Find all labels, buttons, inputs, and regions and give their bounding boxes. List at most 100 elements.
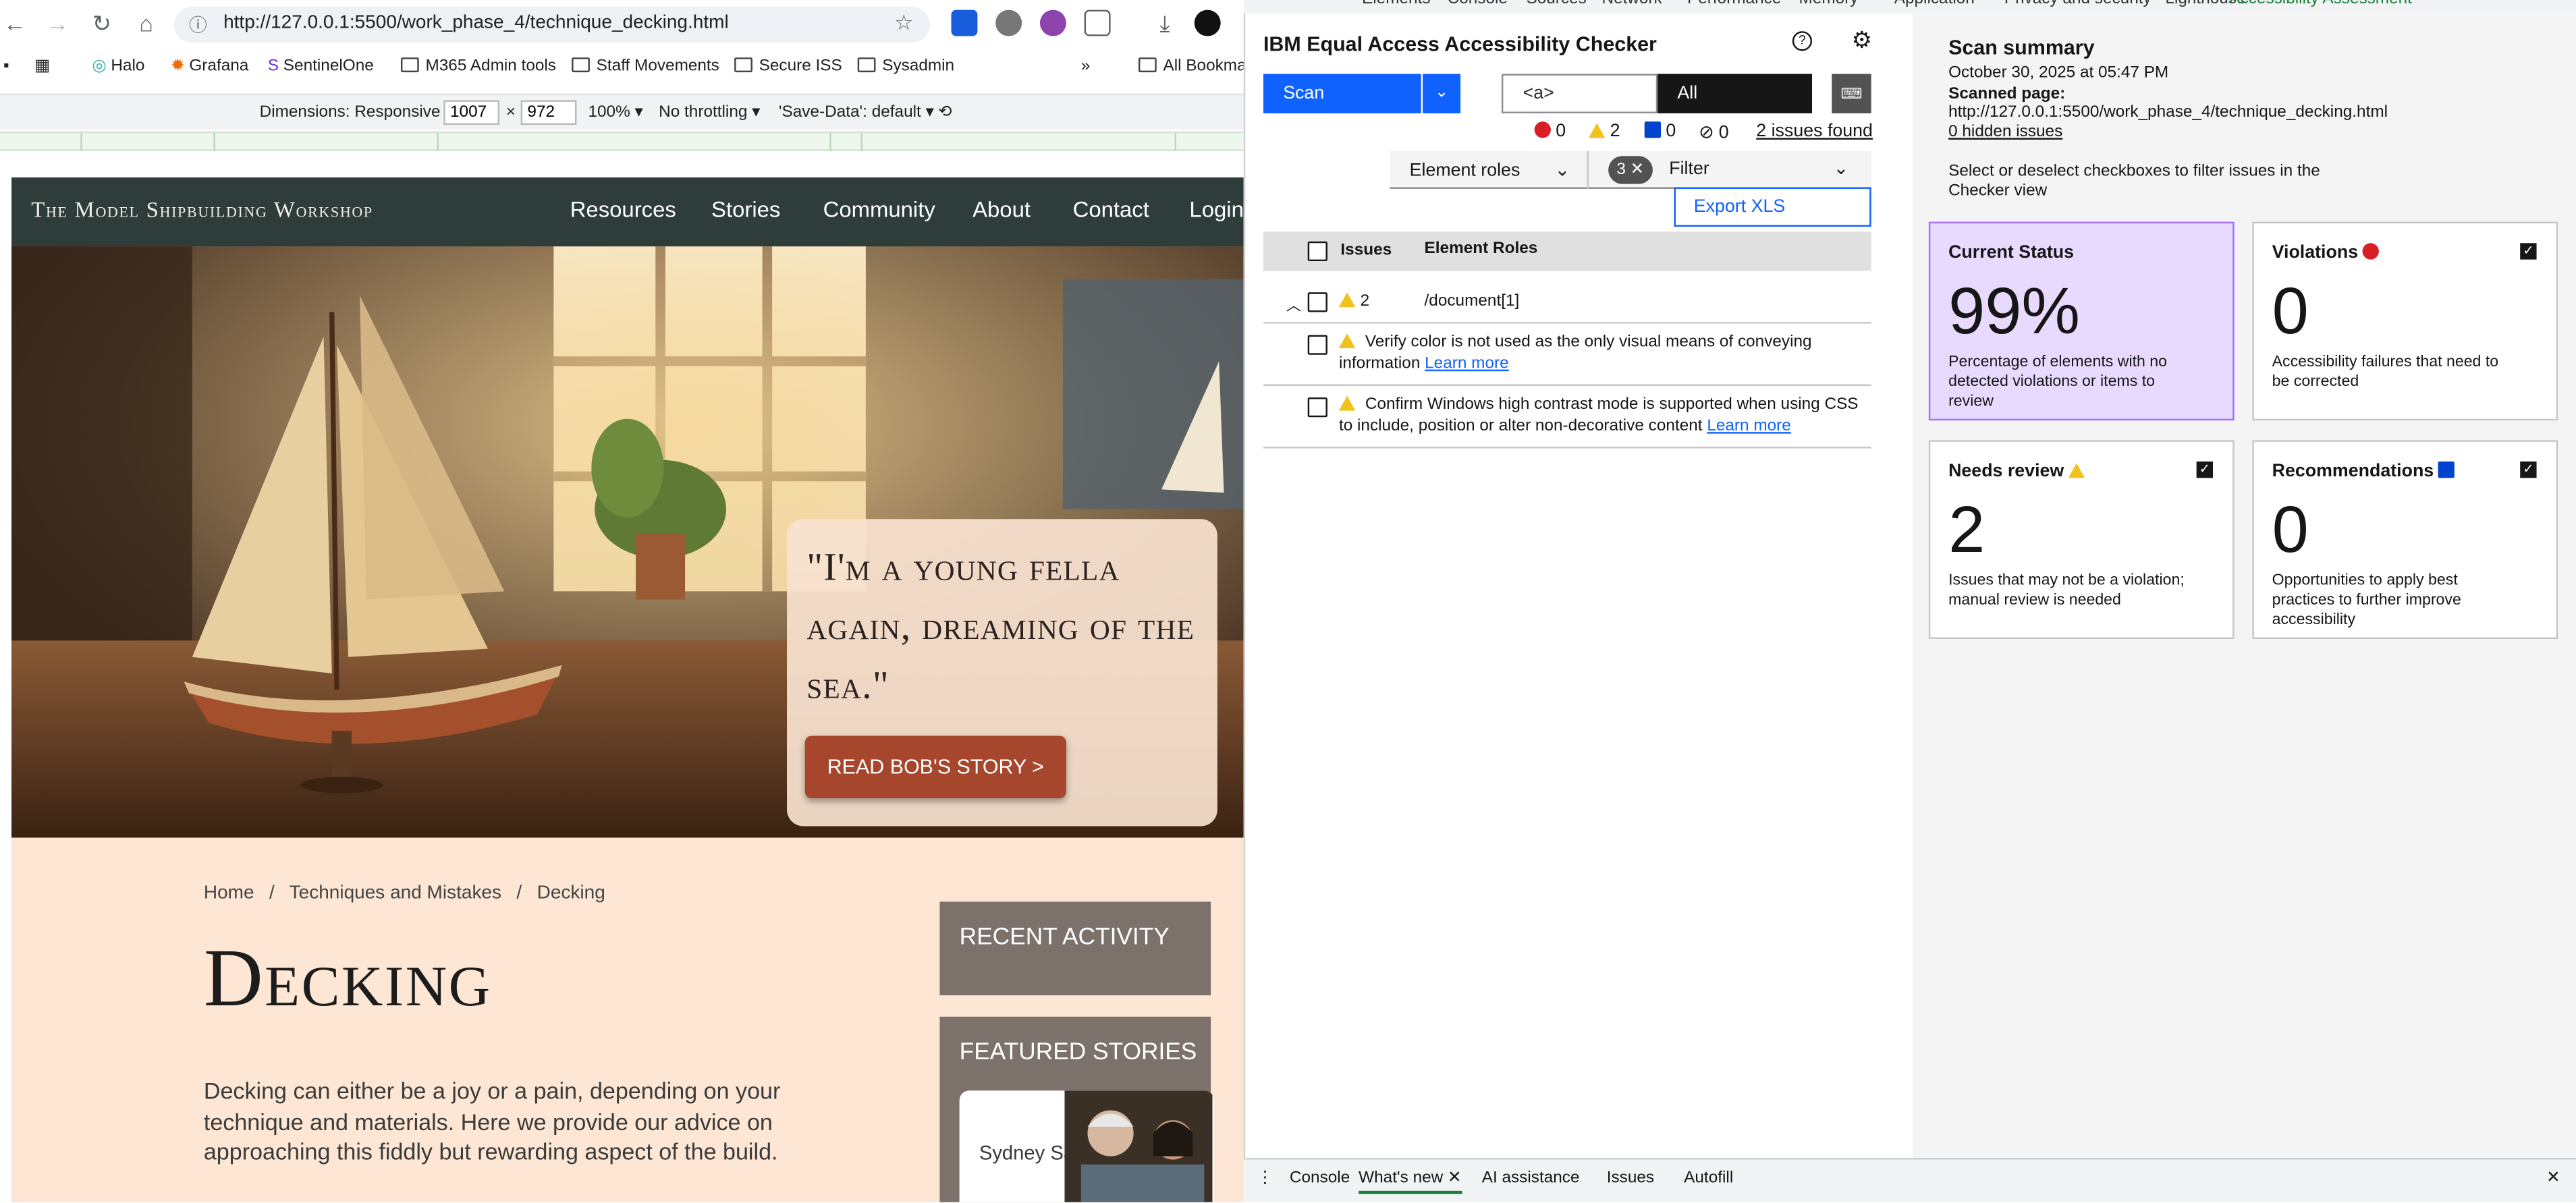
violations-checkbox[interactable]: ✓ <box>2520 243 2537 260</box>
summary-hint: Select or deselect checkboxes to filter … <box>1948 162 2320 200</box>
drawer-tab-issues[interactable]: Issues <box>1607 1169 1654 1187</box>
tab-console[interactable]: Console <box>1448 0 1508 8</box>
bookmark-grafana[interactable]: ✹ Grafana <box>171 57 248 76</box>
drawer-menu-icon[interactable]: ⋮ <box>1257 1169 1273 1187</box>
scan-button[interactable]: Scan <box>1263 74 1421 113</box>
issue-row[interactable]: Confirm Windows high contrast mode is su… <box>1263 387 1871 449</box>
tab-sources[interactable]: Sources <box>1526 0 1586 8</box>
drawer-tab-whats-new[interactable]: What's new ✕ <box>1359 1169 1462 1194</box>
bookmark-halo[interactable]: ◎ Halo <box>92 57 144 76</box>
needs-review-count[interactable]: 2 <box>1588 121 1620 141</box>
help-icon[interactable]: ? <box>1792 31 1813 51</box>
extensions-puzzle-icon[interactable] <box>1084 9 1111 36</box>
tab-application[interactable]: Application <box>1894 0 1975 8</box>
bookmark-m365[interactable]: M365 Admin tools <box>400 57 556 76</box>
nav-about[interactable]: About <box>972 197 1031 222</box>
nav-stories[interactable]: Stories <box>711 197 780 222</box>
nav-resources[interactable]: Resources <box>570 197 676 222</box>
width-input[interactable] <box>443 100 500 125</box>
recommendations-card: Recommendations ✓ 0 Opportunities to app… <box>2252 440 2558 639</box>
bookmark-sentinelone[interactable]: S SentinelOne <box>268 57 374 76</box>
bookmark-all[interactable]: All Bookma <box>1138 57 1246 76</box>
address-bar[interactable]: ⓘ http://127.0.0.1:5500/work_phase_4/tec… <box>174 6 930 43</box>
scan-options-dropdown[interactable]: ⌄ <box>1423 74 1461 113</box>
tab-groups-icon[interactable]: ▦ <box>34 57 50 76</box>
tab-privacy[interactable]: Privacy and security <box>2004 0 2152 8</box>
issues-found-link[interactable]: 2 issues found <box>1756 121 1873 141</box>
site-title[interactable]: The Model Shipbuilding Workshop <box>31 197 373 223</box>
site-info-icon[interactable]: ⓘ <box>189 11 207 38</box>
breadcrumb: Home / Techniques and Mistakes / Decking <box>203 883 605 903</box>
back-icon[interactable]: ← <box>0 10 30 36</box>
profile-avatar-icon[interactable] <box>1194 9 1221 36</box>
recommendations-count[interactable]: 0 <box>1644 121 1676 141</box>
hero-quote-card: "I'm a young fella again, dreaming of th… <box>787 519 1217 827</box>
times-sign: × <box>505 103 516 122</box>
col-issues[interactable]: Issues <box>1340 242 1392 260</box>
media-query-ruler[interactable] <box>0 131 1244 151</box>
issue-checkbox[interactable] <box>1307 335 1327 355</box>
bookmark-staff-movements[interactable]: Staff Movements <box>572 57 719 76</box>
download-icon[interactable]: ⤓ <box>1150 10 1180 38</box>
extension-icon[interactable] <box>995 9 1022 36</box>
breadcrumb-techniques[interactable]: Techniques and Mistakes <box>290 884 501 903</box>
learn-more-link[interactable]: Learn more <box>1707 416 1790 435</box>
issue-row[interactable]: Verify color is not used as the only vis… <box>1263 325 1871 387</box>
apps-grid-icon[interactable]: ▪ <box>3 57 9 76</box>
tab-network[interactable]: Network <box>1601 0 1662 8</box>
scope-dropdown[interactable]: All <box>1657 74 1813 113</box>
drawer-tab-console[interactable]: Console <box>1290 1169 1350 1187</box>
bookmarks-overflow[interactable]: » <box>1081 57 1091 76</box>
group-checkbox[interactable] <box>1307 292 1327 312</box>
rotate-icon[interactable]: ⟲ <box>938 103 952 121</box>
nav-contact[interactable]: Contact <box>1073 197 1149 222</box>
bitwarden-extension-icon[interactable] <box>951 9 978 36</box>
hidden-count[interactable]: ⊘ 0 <box>1699 121 1729 143</box>
nav-login[interactable]: Login <box>1189 197 1243 222</box>
needs-review-checkbox[interactable]: ✓ <box>2196 461 2214 478</box>
issue-group-row[interactable]: ︿ 2 /document[1] <box>1263 283 1871 324</box>
export-xls-button[interactable]: Export XLS <box>1674 187 1871 227</box>
recommendations-checkbox[interactable]: ✓ <box>2520 461 2537 478</box>
element-selector-input[interactable]: <a> <box>1501 74 1658 113</box>
extension-icon[interactable] <box>1039 9 1066 36</box>
select-all-checkbox[interactable] <box>1307 241 1327 262</box>
throttling-select[interactable]: No throttling ▾ <box>659 103 760 121</box>
save-data-select[interactable]: 'Save-Data': default ▾ <box>779 103 934 121</box>
tab-performance[interactable]: Performance <box>1687 0 1781 8</box>
nav-community[interactable]: Community <box>823 197 935 222</box>
tab-accessibility-assessment[interactable]: Accessibility Assessment <box>2229 0 2412 8</box>
featured-story-card[interactable]: Sydney Sails <box>959 1090 1214 1202</box>
reload-icon[interactable]: ↻ <box>87 10 117 38</box>
col-element-roles[interactable]: Element Roles <box>1425 240 1538 258</box>
filter-count-tag[interactable]: 3 ✕ <box>1608 156 1653 184</box>
hidden-issues-link[interactable]: 0 hidden issues <box>1948 123 2062 142</box>
violations-count[interactable]: 0 <box>1534 121 1566 141</box>
bookmark-star-icon[interactable]: ☆ <box>894 10 913 36</box>
keyboard-mode-button[interactable]: ⌨ <box>1832 74 1871 113</box>
violations-card: Violations ✓ 0 Accessibility failures th… <box>2252 221 2558 421</box>
zoom-select[interactable]: 100% ▾ <box>588 103 642 121</box>
info-icon <box>2438 461 2456 478</box>
home-icon[interactable]: ⌂ <box>132 10 161 36</box>
chevron-up-icon[interactable]: ︿ <box>1286 294 1301 316</box>
filter-dropdown[interactable]: Filter <box>1669 159 1709 179</box>
bookmark-secure-iss[interactable]: Secure ISS <box>734 57 842 76</box>
learn-more-link[interactable]: Learn more <box>1425 354 1508 372</box>
drawer-tab-autofill[interactable]: Autofill <box>1684 1169 1733 1187</box>
dimensions-select[interactable]: Dimensions: Responsive ▾ <box>260 103 454 121</box>
web-page: The Model Shipbuilding Workshop Resource… <box>11 177 1244 1202</box>
chevron-down-icon[interactable]: ⌄ <box>1834 158 1848 179</box>
element-roles-dropdown[interactable]: Element roles ⌄ <box>1410 159 1570 181</box>
height-input[interactable] <box>520 100 577 125</box>
drawer-tab-ai-assistance[interactable]: AI assistance <box>1482 1169 1580 1187</box>
read-story-button[interactable]: READ BOB'S STORY > <box>804 735 1066 799</box>
close-drawer-icon[interactable]: ✕ <box>2546 1169 2560 1187</box>
bookmark-sysadmin[interactable]: Sysadmin <box>857 57 954 76</box>
forward-icon[interactable]: → <box>43 10 72 36</box>
tab-elements[interactable]: Elements <box>1362 0 1430 8</box>
issue-checkbox[interactable] <box>1307 397 1327 418</box>
breadcrumb-home[interactable]: Home <box>204 884 254 903</box>
settings-gear-icon[interactable]: ⚙ <box>1851 26 1872 54</box>
tab-memory[interactable]: Memory <box>1799 0 1859 8</box>
